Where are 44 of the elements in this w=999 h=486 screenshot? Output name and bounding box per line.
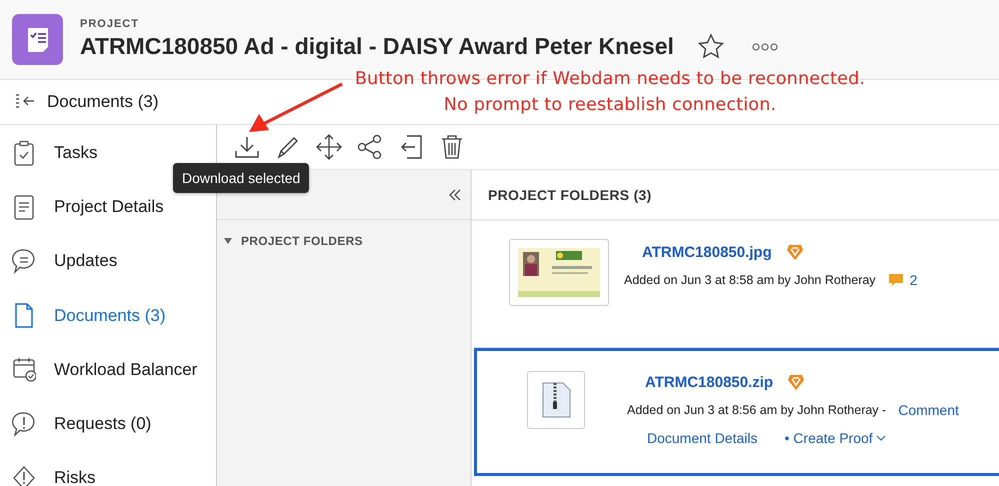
zip-file-icon <box>541 382 571 418</box>
document-details-link[interactable]: Document Details <box>647 430 758 446</box>
document-card[interactable]: ATRMC180850.jpg Added on Jun 3 at 8:58 am by John Rotheray 2 <box>474 221 999 348</box>
section-label: PROJECT <box>80 18 140 30</box>
project-icon <box>12 14 63 65</box>
added-info: Added on Jun 3 at 8:56 am by John Rotheray - <box>627 403 886 417</box>
download-icon[interactable] <box>234 134 260 160</box>
collapse-menu-icon[interactable] <box>15 94 37 110</box>
nav-item[interactable]: Documents (3) <box>0 288 216 343</box>
thumbnail[interactable] <box>509 239 609 306</box>
folder-item[interactable]: PROJECT FOLDERS <box>241 234 363 248</box>
nav-item[interactable]: Requests (0) <box>0 396 216 452</box>
page-title: Documents (3) <box>47 92 158 112</box>
nav-item[interactable]: Workload Balancer <box>0 342 216 397</box>
more-icon[interactable] <box>752 42 778 52</box>
document-card[interactable]: ATRMC180850.zip Added on Jun 3 at 8:56 am by John Rotheray - Comment Document Details • Create Proof <box>474 348 999 476</box>
badge-icon <box>786 243 804 261</box>
caret-icon <box>876 435 886 441</box>
move-arrows-icon[interactable] <box>316 134 342 160</box>
collapse-panel-icon[interactable] <box>448 188 462 200</box>
section-header: PROJECT FOLDERS (3) <box>472 170 999 221</box>
comment-icon <box>888 273 904 287</box>
speech-bubble-icon <box>12 248 36 275</box>
document-icon <box>12 194 36 221</box>
warning-diamond-icon <box>12 464 36 486</box>
nav-item[interactable]: Risks <box>0 451 216 486</box>
clipboard-icon <box>12 140 36 167</box>
file-name-link[interactable]: ATRMC180850.zip <box>645 374 774 390</box>
comment-link[interactable]: Comment <box>898 402 959 418</box>
annotation-text: Button throws error if Webdam needs to be reconnected. No prompt to reestablish connection. <box>354 68 866 117</box>
file-thumbnail[interactable] <box>527 371 585 429</box>
tooltip: Download selected <box>173 163 310 193</box>
calendar-check-icon <box>12 356 36 384</box>
share-icon[interactable] <box>357 134 383 160</box>
nav-item[interactable]: Updates <box>0 234 216 289</box>
alert-bubble-icon <box>12 410 36 438</box>
create-proof-link[interactable]: • Create Proof <box>784 430 886 446</box>
project-title: ATRMC180850 Ad - digital - DAISY Award Peter Knesel <box>80 33 674 60</box>
added-info: Added on Jun 3 at 8:58 am by John Rotheray <box>624 273 876 287</box>
badge-icon <box>787 373 806 391</box>
expand-caret-icon[interactable] <box>223 237 233 245</box>
file-name-link[interactable]: ATRMC180850.jpg <box>642 244 772 260</box>
trash-icon[interactable] <box>439 134 465 160</box>
comment-count-link[interactable]: 2 <box>910 272 918 288</box>
